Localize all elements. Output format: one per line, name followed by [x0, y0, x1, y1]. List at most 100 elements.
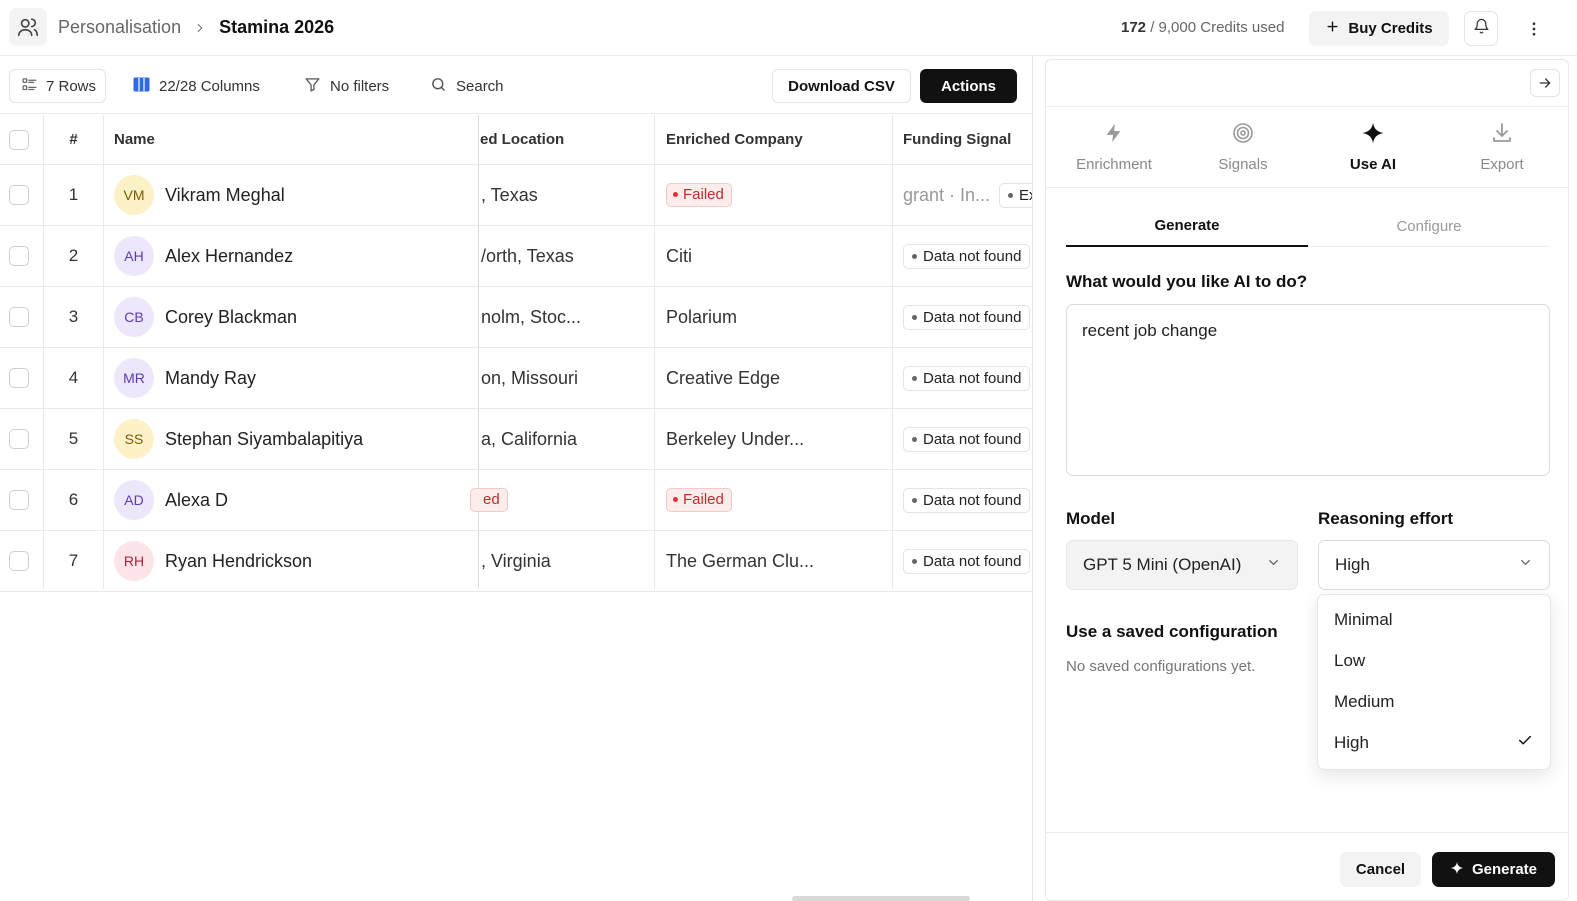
table-row[interactable]: 6 AD Alexa D ed Failed Data not found	[0, 470, 1032, 531]
name-cell[interactable]: CB Corey Blackman	[114, 287, 474, 347]
row-checkbox[interactable]	[9, 490, 29, 510]
model-label: Model	[1066, 509, 1116, 528]
search-icon	[430, 76, 447, 97]
reasoning-effort-select[interactable]: High	[1318, 540, 1550, 590]
header-number[interactable]: #	[44, 115, 103, 164]
person-name: Mandy Ray	[165, 367, 257, 388]
company-cell[interactable]: Creative Edge	[666, 348, 888, 408]
notifications-button[interactable]	[1464, 11, 1498, 46]
location-cell[interactable]: on, Missouri	[481, 348, 652, 408]
funding-cell[interactable]: Data not found	[903, 348, 1032, 408]
search-button[interactable]: Search	[430, 69, 504, 103]
panel-footer: Cancel Generate	[1046, 832, 1568, 900]
header-funding-signal[interactable]: Funding Signal	[903, 115, 1031, 164]
funding-cell[interactable]: Data not found	[903, 226, 1032, 286]
credits-usage: 172 / 9,000 Credits used	[1121, 19, 1284, 36]
header-enriched-company[interactable]: Enriched Company	[666, 115, 888, 164]
funding-cell[interactable]: Data not found	[903, 287, 1032, 347]
location-cell[interactable]: ed	[470, 470, 652, 530]
funding-cell[interactable]: Data not found	[903, 409, 1032, 469]
arrow-right-icon[interactable]	[1530, 69, 1560, 97]
row-checkbox[interactable]	[9, 185, 29, 205]
tab-signals[interactable]: Signals	[1178, 107, 1308, 187]
option-low[interactable]: Low	[1318, 640, 1550, 681]
row-checkbox[interactable]	[9, 246, 29, 266]
header-name[interactable]: Name	[114, 115, 474, 164]
columns-button[interactable]: 22/28 Columns	[133, 69, 260, 103]
location-cell[interactable]: , Texas	[481, 165, 652, 225]
tab-use-ai-label: Use AI	[1349, 156, 1397, 173]
filters-button[interactable]: No filters	[304, 69, 389, 103]
prompt-textarea[interactable]: recent job change	[1066, 304, 1550, 476]
columns-label: 22/28 Columns	[159, 77, 260, 95]
cancel-button[interactable]: Cancel	[1340, 852, 1421, 887]
company-cell[interactable]: Citi	[666, 226, 888, 286]
table-row[interactable]: 5 SS Stephan Siyambalapitiya a, Californ…	[0, 409, 1032, 470]
location-cell[interactable]: /orth, Texas	[481, 226, 652, 286]
more-vertical-icon[interactable]	[1520, 14, 1548, 44]
company-cell[interactable]: Failed	[666, 470, 888, 530]
funding-cell[interactable]: grant · In... Ex	[903, 165, 1032, 225]
actions-button[interactable]: Actions	[920, 69, 1017, 103]
row-checkbox-cell	[9, 165, 29, 225]
rows-button[interactable]: 7 Rows	[9, 69, 106, 103]
row-checkbox[interactable]	[9, 551, 29, 571]
failed-badge: Failed	[666, 183, 732, 207]
name-cell[interactable]: SS Stephan Siyambalapitiya	[114, 409, 474, 469]
person-name: Stephan Siyambalapitiya	[165, 428, 364, 449]
location-cell[interactable]: a, California	[481, 409, 652, 469]
breadcrumb-parent[interactable]: Personalisation	[58, 17, 181, 38]
sparkle-icon	[1450, 861, 1464, 879]
name-cell[interactable]: AD Alexa D	[114, 470, 474, 530]
avatar: RH	[114, 541, 154, 581]
failed-badge: ed	[470, 488, 508, 512]
company-cell[interactable]: Failed	[666, 165, 888, 225]
tab-export-label: Export	[1480, 156, 1524, 173]
option-medium[interactable]: Medium	[1318, 681, 1550, 722]
data-not-found-badge: Data not found	[903, 304, 1031, 330]
table-row[interactable]: 1 VM Vikram Meghal , Texas Failed grant …	[0, 165, 1032, 226]
table-row[interactable]: 2 AH Alex Hernandez /orth, Texas Citi Da…	[0, 226, 1032, 287]
model-value: GPT 5 Mini (OpenAI)	[1083, 555, 1242, 574]
model-select[interactable]: GPT 5 Mini (OpenAI)	[1066, 540, 1298, 590]
name-cell[interactable]: MR Mandy Ray	[114, 348, 474, 408]
table-row[interactable]: 4 MR Mandy Ray on, Missouri Creative Edg…	[0, 348, 1032, 409]
company-cell[interactable]: The German Clu...	[666, 531, 888, 591]
row-checkbox[interactable]	[9, 429, 29, 449]
header-location[interactable]: ed Location	[480, 115, 652, 164]
sparkle-icon	[1361, 121, 1385, 149]
side-panel: Enrichment Signals Use AI Export Generat…	[1032, 56, 1577, 901]
row-checkbox[interactable]	[9, 368, 29, 388]
name-cell[interactable]: VM Vikram Meghal	[114, 165, 474, 225]
person-name: Corey Blackman	[165, 306, 298, 327]
funding-cell[interactable]: Data not found	[903, 531, 1032, 591]
name-cell[interactable]: AH Alex Hernandez	[114, 226, 474, 286]
option-minimal[interactable]: Minimal	[1318, 599, 1550, 640]
location-cell[interactable]: , Virginia	[481, 531, 652, 591]
buy-credits-button[interactable]: Buy Credits	[1309, 11, 1449, 46]
tab-generate[interactable]: Generate	[1066, 205, 1308, 247]
users-icon[interactable]	[9, 8, 47, 46]
table-row[interactable]: 7 RH Ryan Hendrickson , Virginia The Ger…	[0, 531, 1032, 592]
option-high[interactable]: High	[1318, 722, 1550, 763]
company-cell[interactable]: Polarium	[666, 287, 888, 347]
credits-total: / 9,000 Credits used	[1150, 19, 1285, 36]
tab-configure[interactable]: Configure	[1308, 205, 1550, 247]
horizontal-scrollbar[interactable]	[792, 896, 970, 901]
chevron-down-icon	[1518, 555, 1533, 575]
filters-label: No filters	[330, 77, 390, 95]
tab-export[interactable]: Export	[1437, 107, 1567, 187]
company-cell[interactable]: Berkeley Under...	[666, 409, 888, 469]
rows-icon	[21, 76, 38, 97]
row-checkbox[interactable]	[9, 307, 29, 327]
location-cell[interactable]: nolm, Stoc...	[481, 287, 652, 347]
name-cell[interactable]: RH Ryan Hendrickson	[114, 531, 474, 591]
select-all-checkbox[interactable]	[9, 129, 29, 150]
tab-enrichment[interactable]: Enrichment	[1049, 107, 1179, 187]
funding-cell[interactable]: Data not found	[903, 470, 1032, 530]
person-name: Alexa D	[165, 489, 229, 510]
tab-use-ai[interactable]: Use AI	[1308, 107, 1438, 187]
generate-button[interactable]: Generate	[1432, 852, 1555, 887]
table-row[interactable]: 3 CB Corey Blackman nolm, Stoc... Polari…	[0, 287, 1032, 348]
download-csv-button[interactable]: Download CSV	[772, 69, 911, 103]
